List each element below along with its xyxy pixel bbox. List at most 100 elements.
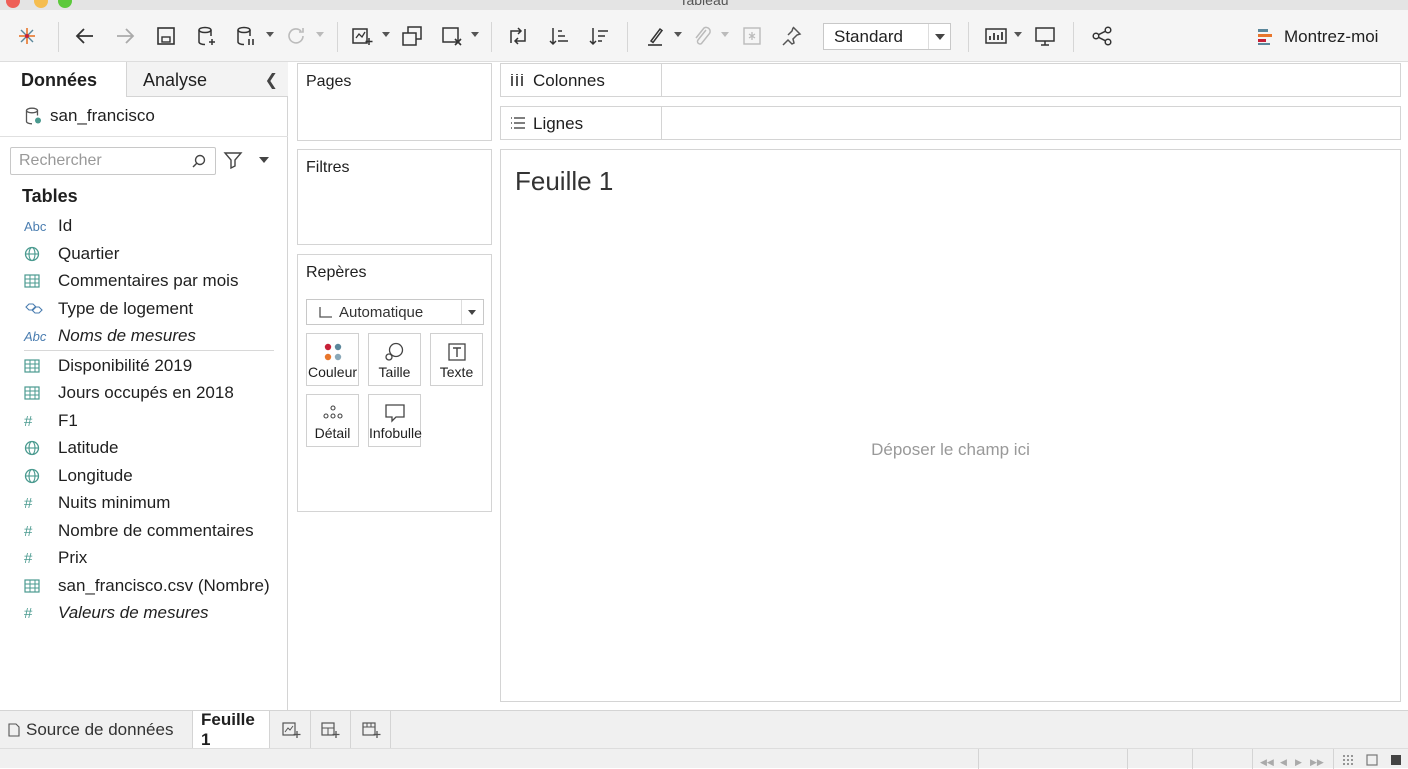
data-source-tab[interactable]: Source de données: [8, 711, 173, 749]
undo-icon[interactable]: [72, 23, 98, 49]
new-data-source-icon[interactable]: [194, 23, 220, 49]
tabs-view-icon[interactable]: [1390, 754, 1402, 766]
field-label: F1: [58, 411, 78, 430]
number-type-icon: #: [24, 604, 33, 622]
show-cards-icon[interactable]: [983, 23, 1009, 49]
search-icon: [192, 154, 206, 168]
sort-ascending-icon[interactable]: [546, 23, 572, 49]
detail-button[interactable]: Détail: [306, 394, 359, 447]
tooltip-button[interactable]: Infobulle: [368, 394, 422, 447]
fix-axes-icon[interactable]: [778, 23, 804, 49]
columns-shelf-label: Colonnes: [501, 64, 662, 96]
data-source-name: san_francisco: [50, 106, 155, 125]
show-mark-labels-icon[interactable]: [739, 23, 765, 49]
filmstrip-icon[interactable]: [1366, 754, 1378, 766]
columns-shelf[interactable]: Colonnes: [500, 63, 1401, 97]
view-canvas[interactable]: Feuille 1 Déposer le champ ici: [500, 149, 1401, 702]
fit-select-arrow-icon: [928, 24, 950, 49]
text-icon: [447, 343, 466, 361]
refresh-icon[interactable]: [283, 23, 309, 49]
collapse-pane-icon[interactable]: ❮: [265, 70, 278, 90]
sheet-tab-feuille-1[interactable]: Feuille 1: [192, 710, 270, 749]
globe-icon: [24, 440, 58, 456]
field-valeurs-de-mesures[interactable]: # Valeurs de mesures: [24, 601, 209, 625]
first-sheet-icon[interactable]: ◀◀: [1260, 757, 1274, 768]
field-nuits-minimum[interactable]: # Nuits minimum: [24, 491, 170, 515]
search-input[interactable]: Rechercher: [10, 147, 216, 175]
field-label: Nombre de commentaires: [58, 521, 254, 540]
clear-sheet-dropdown-icon[interactable]: [471, 32, 479, 37]
field-nombre-de-commentaires[interactable]: # Nombre de commentaires: [24, 519, 254, 543]
field-jours-occupes-2018[interactable]: Jours occupés en 2018: [24, 381, 234, 405]
field-longitude[interactable]: Longitude: [24, 464, 133, 488]
sheet-title[interactable]: Feuille 1: [515, 166, 613, 197]
size-icon: [384, 342, 403, 361]
field-prix[interactable]: # Prix: [24, 546, 87, 570]
field-label: Prix: [58, 548, 88, 567]
new-worksheet-icon[interactable]: [349, 23, 375, 49]
swap-rows-columns-icon[interactable]: [505, 23, 531, 49]
text-button[interactable]: Texte: [430, 333, 483, 386]
filters-card[interactable]: Filtres: [297, 149, 492, 245]
group-dropdown-icon[interactable]: [721, 32, 729, 37]
sheet-sorter-icon[interactable]: [1342, 754, 1354, 766]
field-label: Latitude: [58, 438, 119, 457]
show-me-button[interactable]: Montrez-moi: [1256, 27, 1378, 47]
group-members-icon[interactable]: [689, 23, 715, 49]
fit-select[interactable]: Standard: [823, 23, 951, 50]
field-type-de-logement[interactable]: Type de logement: [24, 297, 193, 321]
field-commentaires-par-mois[interactable]: Commentaires par mois: [24, 269, 238, 293]
data-pane: Données Analyse ❮ san_francisco Recherch…: [0, 62, 288, 710]
table-icon: [24, 386, 58, 400]
new-worksheet-dropdown-icon[interactable]: [382, 32, 390, 37]
show-cards-dropdown-icon[interactable]: [1014, 32, 1022, 37]
presentation-mode-icon[interactable]: [1032, 23, 1058, 49]
duplicate-sheet-icon[interactable]: [399, 23, 425, 49]
color-button[interactable]: Couleur: [306, 333, 359, 386]
size-button[interactable]: Taille: [368, 333, 421, 386]
rows-shelf[interactable]: Lignes: [500, 106, 1401, 140]
tab-donnees[interactable]: Données: [0, 62, 126, 97]
save-icon[interactable]: [153, 23, 179, 49]
last-sheet-icon[interactable]: ▶▶: [1310, 757, 1324, 768]
new-story-tab-icon[interactable]: [361, 720, 381, 740]
field-id[interactable]: Abc Id: [24, 214, 72, 238]
show-me-icon: [1258, 29, 1272, 45]
filter-icon[interactable]: [223, 151, 243, 169]
next-sheet-icon[interactable]: ▶: [1295, 757, 1302, 768]
detail-label: Détail: [314, 425, 351, 441]
field-f1[interactable]: # F1: [24, 409, 78, 433]
field-disponibilite-2019[interactable]: Disponibilité 2019: [24, 354, 192, 378]
field-latitude[interactable]: Latitude: [24, 436, 119, 460]
sort-descending-icon[interactable]: [586, 23, 612, 49]
clear-sheet-icon[interactable]: [439, 23, 465, 49]
tableau-logo-icon[interactable]: [14, 23, 40, 49]
new-dashboard-tab-icon[interactable]: [320, 720, 340, 740]
tab-analyse[interactable]: Analyse ❮: [126, 62, 288, 97]
filter-dropdown-icon[interactable]: [259, 157, 269, 163]
drop-field-hint: Déposer le champ ici: [871, 440, 1030, 459]
fit-select-value: Standard: [834, 27, 903, 46]
field-label: Noms de mesures: [58, 326, 196, 345]
globe-icon: [24, 246, 58, 262]
refresh-dropdown-icon[interactable]: [316, 32, 324, 37]
globe-icon: [24, 468, 58, 484]
field-quartier[interactable]: Quartier: [24, 242, 119, 266]
redo-icon[interactable]: [112, 23, 138, 49]
pause-dropdown-icon[interactable]: [266, 32, 274, 37]
filters-card-title: Filtres: [306, 159, 350, 176]
tooltip-label: Infobulle: [369, 425, 422, 441]
number-type-icon: #: [24, 494, 33, 512]
pause-auto-updates-icon[interactable]: [233, 23, 259, 49]
detail-icon: [322, 405, 343, 419]
field-noms-de-mesures[interactable]: Abc Noms de mesures: [24, 324, 196, 348]
pages-card[interactable]: Pages: [297, 63, 492, 141]
highlight-dropdown-icon[interactable]: [674, 32, 682, 37]
field-san-francisco-csv-nombre[interactable]: san_francisco.csv (Nombre): [24, 574, 270, 598]
data-source-item[interactable]: san_francisco: [24, 106, 155, 126]
previous-sheet-icon[interactable]: ◀: [1280, 757, 1287, 768]
new-worksheet-tab-icon[interactable]: [281, 720, 301, 740]
share-icon[interactable]: [1089, 23, 1115, 49]
mark-type-select[interactable]: Automatique: [306, 299, 484, 325]
highlight-icon[interactable]: [643, 23, 669, 49]
